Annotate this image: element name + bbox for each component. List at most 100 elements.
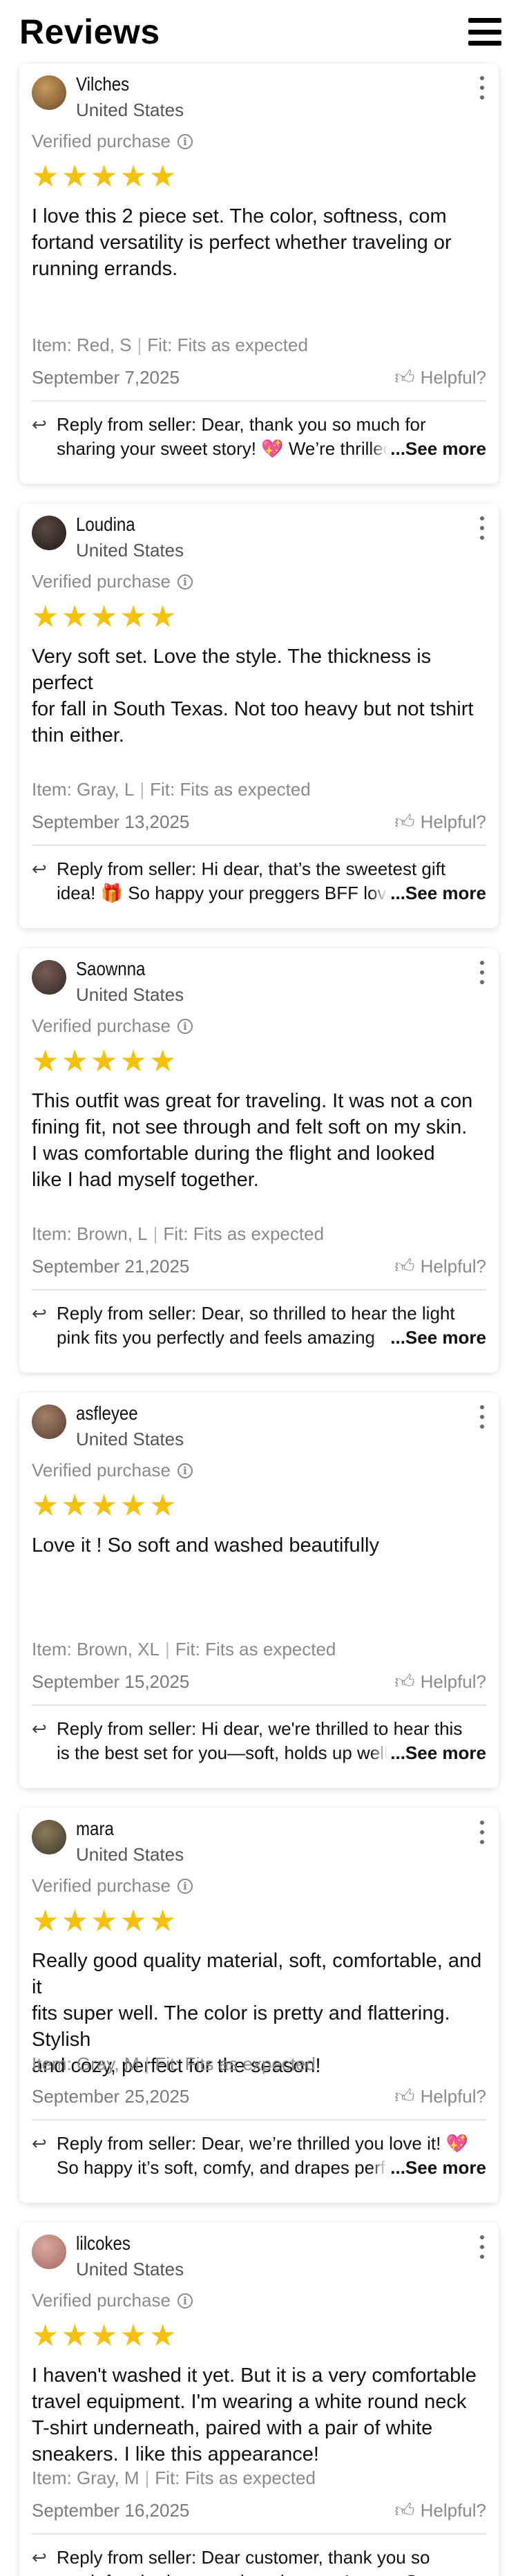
item-details: Item: Gray, M | Fit: Fits as expected	[32, 2467, 486, 2489]
verified-purchase: Verified purchase i	[32, 131, 486, 152]
see-more-link[interactable]: ...See more	[371, 2156, 486, 2180]
more-options-icon[interactable]	[478, 2235, 486, 2259]
verified-purchase: Verified purchase i	[32, 2290, 486, 2311]
more-options-icon[interactable]	[478, 1821, 486, 1844]
separator: |	[144, 2053, 150, 2074]
star-icon: ★	[148, 159, 177, 194]
review-card: Saownna United States Verified purchase …	[19, 948, 499, 1373]
item-variant: Item: Red, S	[32, 335, 132, 355]
info-icon[interactable]: i	[177, 2293, 193, 2309]
more-options-icon[interactable]	[478, 76, 486, 100]
verified-label: Verified purchase	[32, 1875, 171, 1896]
item-details: Item: Gray, M | Fit: Fits as expected	[32, 2053, 486, 2075]
date-row: September 15,2025 👍︎ Helpful?	[32, 1670, 486, 1693]
info-icon[interactable]: i	[177, 1018, 193, 1034]
star-icon: ★	[32, 159, 59, 194]
verified-label: Verified purchase	[32, 131, 171, 151]
reply-prefix: Reply from seller:	[57, 858, 202, 879]
helpful-button[interactable]: 👍︎ Helpful?	[394, 810, 486, 834]
see-more-link[interactable]: ...See more	[371, 1326, 486, 1350]
star-icon: ★	[61, 2318, 88, 2353]
thumbs-up-icon: 👍︎	[394, 2499, 415, 2521]
thumbs-up-icon: 👍︎	[394, 1255, 415, 1277]
helpful-label: Helpful?	[420, 2499, 486, 2521]
item-variant: Item: Gray, M	[32, 2467, 140, 2488]
helpful-button[interactable]: 👍︎ Helpful?	[394, 2499, 486, 2522]
star-icon: ★	[61, 599, 88, 634]
review-header: asfleyee United States	[32, 1393, 486, 1450]
more-options-icon[interactable]	[478, 516, 486, 540]
see-more-link[interactable]: ...See more	[371, 2570, 486, 2576]
info-icon[interactable]: i	[177, 1878, 193, 1894]
star-rating: ★ ★ ★ ★ ★	[32, 602, 486, 632]
star-icon: ★	[148, 1044, 177, 1079]
star-icon: ★	[32, 1044, 59, 1079]
helpful-label: Helpful?	[420, 366, 486, 388]
star-icon: ★	[119, 599, 147, 634]
avatar	[32, 1820, 66, 1854]
item-fit: Fit: Fits as expected	[150, 779, 311, 800]
info-icon[interactable]: i	[177, 574, 193, 590]
reviewer-info: Saownna United States	[76, 958, 184, 1006]
helpful-button[interactable]: 👍︎ Helpful?	[394, 2085, 486, 2108]
reviewer-country: United States	[76, 2259, 184, 2279]
see-more-link[interactable]: ...See more	[371, 437, 486, 461]
verified-purchase: Verified purchase i	[32, 1875, 486, 1897]
star-icon: ★	[119, 159, 147, 194]
seller-reply: ↩︎ Reply from seller: Dear customer, tha…	[32, 2535, 486, 2576]
more-options-icon[interactable]	[478, 961, 486, 984]
hamburger-menu-icon[interactable]	[468, 18, 501, 46]
star-icon: ★	[32, 2318, 59, 2353]
reply-arrow-icon: ↩︎	[32, 858, 47, 879]
star-icon: ★	[119, 1488, 147, 1523]
verified-label: Verified purchase	[32, 1460, 171, 1480]
separator: |	[153, 1223, 158, 1244]
reviewer-info: Vilches United States	[76, 73, 184, 121]
star-icon: ★	[61, 159, 88, 194]
star-icon: ★	[32, 1488, 59, 1523]
date-row: September 16,2025 👍︎ Helpful?	[32, 2499, 486, 2522]
reviewer-country: United States	[76, 984, 184, 1005]
item-details: Item: Brown, L | Fit: Fits as expected	[32, 1223, 486, 1245]
avatar	[32, 960, 66, 995]
thumbs-up-icon: 👍︎	[394, 1671, 415, 1692]
star-icon: ★	[119, 1044, 147, 1079]
review-card: Vilches United States Verified purchase …	[19, 64, 499, 484]
reviewer-info: Loudina United States	[76, 514, 184, 561]
star-icon: ★	[148, 1903, 177, 1939]
info-icon[interactable]: i	[177, 1463, 193, 1478]
reviewer-info: lilcokes United States	[76, 2232, 184, 2280]
star-icon: ★	[90, 599, 118, 634]
helpful-button[interactable]: 👍︎ Helpful?	[394, 1254, 486, 1278]
star-icon: ★	[90, 1488, 118, 1523]
seller-reply: ↩︎ Reply from seller: Dear, so thrilled …	[32, 1290, 486, 1364]
more-options-icon[interactable]	[478, 1405, 486, 1429]
seller-reply: ↩︎ Reply from seller: Dear, we’re thrill…	[32, 2121, 486, 2194]
star-rating: ★ ★ ★ ★ ★	[32, 1046, 486, 1077]
item-details: Item: Gray, L | Fit: Fits as expected	[32, 779, 486, 800]
star-icon: ★	[61, 1903, 88, 1939]
thumbs-up-icon: 👍︎	[394, 366, 415, 388]
date-row: September 7,2025 👍︎ Helpful?	[32, 366, 486, 389]
reply-prefix: Reply from seller:	[57, 2133, 202, 2154]
star-rating: ★ ★ ★ ★ ★	[32, 1491, 486, 1521]
page-header: Reviews	[0, 0, 518, 64]
review-header: Saownna United States	[32, 948, 486, 1006]
see-more-link[interactable]: ...See more	[371, 881, 486, 905]
separator: |	[164, 1639, 170, 1660]
reviewer-country: United States	[76, 540, 184, 561]
helpful-button[interactable]: 👍︎ Helpful?	[394, 366, 486, 389]
info-icon[interactable]: i	[177, 133, 193, 149]
reply-arrow-icon: ↩︎	[32, 2133, 47, 2154]
item-details: Item: Red, S | Fit: Fits as expected	[32, 335, 486, 356]
reviewer-name: lilcokes	[76, 2232, 131, 2254]
star-icon: ★	[90, 1903, 118, 1939]
star-icon: ★	[90, 2318, 118, 2353]
date-row: September 21,2025 👍︎ Helpful?	[32, 1254, 486, 1278]
review-header: Vilches United States	[32, 64, 486, 121]
seller-reply: ↩︎ Reply from seller: Hi dear, that’s th…	[32, 846, 486, 919]
star-icon: ★	[148, 1488, 177, 1523]
see-more-link[interactable]: ...See more	[371, 1741, 486, 1765]
star-rating: ★ ★ ★ ★ ★	[32, 162, 486, 192]
helpful-button[interactable]: 👍︎ Helpful?	[394, 1670, 486, 1693]
